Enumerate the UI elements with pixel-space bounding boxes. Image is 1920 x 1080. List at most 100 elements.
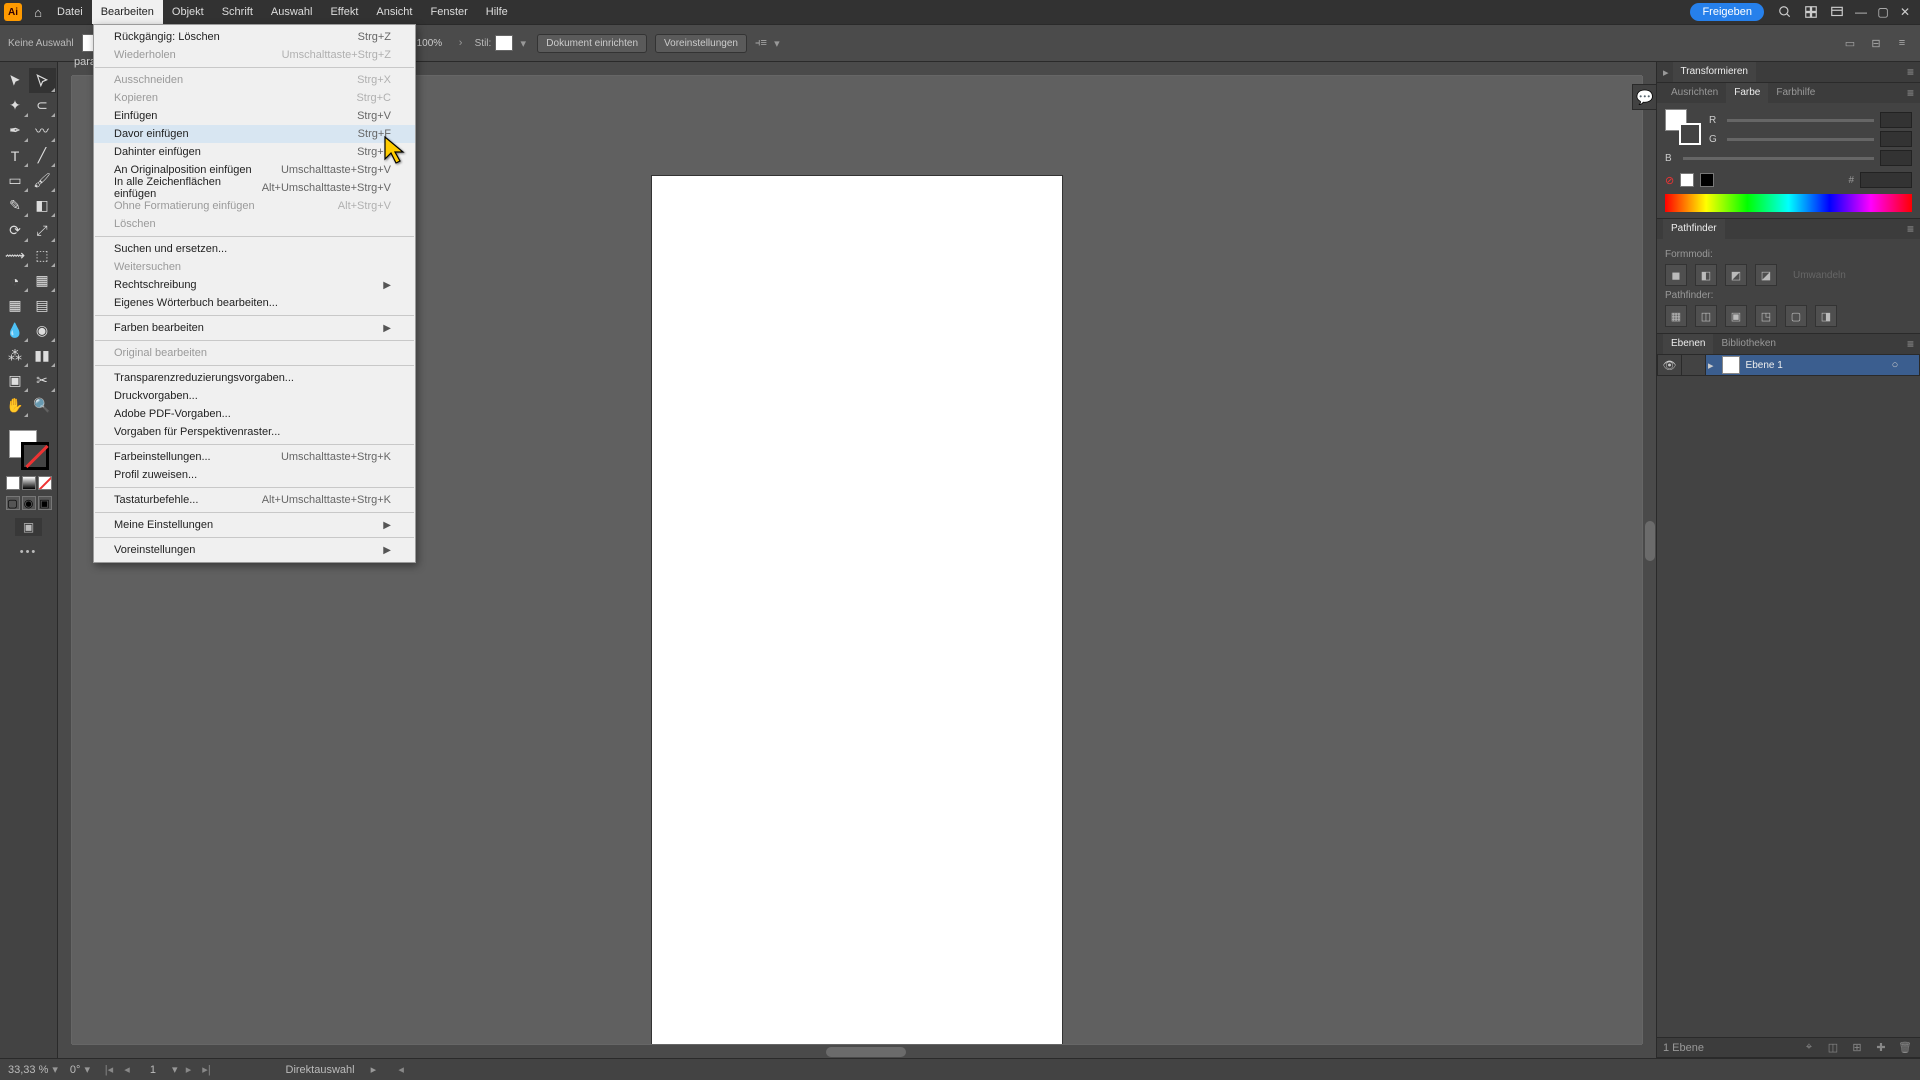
divide-icon[interactable]: ▦ <box>1665 305 1687 327</box>
menu-item[interactable]: Farben bearbeiten▶ <box>94 319 415 337</box>
white-swatch-icon[interactable] <box>1680 173 1694 187</box>
menu-fenster[interactable]: Fenster <box>421 0 476 24</box>
tab-align[interactable]: Ausrichten <box>1663 83 1726 103</box>
menu-item[interactable]: Davor einfügenStrg+F <box>94 125 415 143</box>
crop-icon[interactable]: ◳ <box>1755 305 1777 327</box>
blend-tool[interactable]: ◉ <box>29 318 56 343</box>
unite-icon[interactable]: ◼ <box>1665 264 1687 286</box>
trim-icon[interactable]: ◫ <box>1695 305 1717 327</box>
menu-objekt[interactable]: Objekt <box>163 0 213 24</box>
style-dropdown-icon[interactable]: ▾ <box>517 37 529 50</box>
menu-item[interactable]: Adobe PDF-Vorgaben... <box>94 405 415 423</box>
gradient-mode-icon[interactable] <box>22 476 36 490</box>
perspective-tool[interactable]: ▦ <box>29 268 56 293</box>
menu-item[interactable]: Farbeinstellungen...Umschalttaste+Strg+K <box>94 448 415 466</box>
presentation-icon[interactable]: ▣ <box>38 496 52 510</box>
mesh-tool[interactable]: ▦ <box>2 293 29 318</box>
style-swatch[interactable] <box>495 35 513 51</box>
expand-layer-icon[interactable]: ▸ <box>1708 359 1714 372</box>
rotate-value[interactable]: 0° <box>70 1064 81 1076</box>
locate-object-icon[interactable]: ⌖ <box>1800 1040 1818 1056</box>
home-icon[interactable]: ⌂ <box>28 5 48 20</box>
intersect-icon[interactable]: ◩ <box>1725 264 1747 286</box>
line-tool[interactable]: ╱ <box>29 143 56 168</box>
new-layer-icon[interactable]: ✚ <box>1872 1040 1890 1056</box>
horizontal-scrollbar[interactable] <box>72 1044 1642 1058</box>
comment-icon[interactable]: 💬 <box>1632 84 1656 110</box>
panel-stroke[interactable] <box>1679 123 1701 145</box>
fill-stroke-swatches[interactable] <box>7 428 51 472</box>
menu-item[interactable]: Dahinter einfügenStrg+B <box>94 143 415 161</box>
paintbrush-tool[interactable]: 🖌 <box>29 168 56 193</box>
magic-wand-tool[interactable]: ✦ <box>2 93 29 118</box>
tab-color[interactable]: Farbe <box>1726 83 1768 103</box>
pen-tool[interactable]: ✒ <box>2 118 29 143</box>
b-value[interactable] <box>1880 150 1912 166</box>
menu-hilfe[interactable]: Hilfe <box>477 0 517 24</box>
menu-ansicht[interactable]: Ansicht <box>367 0 421 24</box>
shape-builder-tool[interactable]: ◔ <box>2 268 29 293</box>
screen-mode-icon[interactable]: ▣ <box>15 518 42 536</box>
tab-libraries[interactable]: Bibliotheken <box>1713 334 1783 354</box>
type-tool[interactable]: T <box>2 143 29 168</box>
zoom-dropdown-icon[interactable]: ▾ <box>52 1063 58 1076</box>
selection-tool[interactable] <box>2 68 29 93</box>
status-menu-icon[interactable]: ▸ <box>371 1063 377 1076</box>
width-tool[interactable]: ⟿ <box>2 243 29 268</box>
rotate-dropdown-icon[interactable]: ▾ <box>84 1063 90 1076</box>
menu-item[interactable]: Eigenes Wörterbuch bearbeiten... <box>94 294 415 312</box>
column-graph-tool[interactable]: ▮▮ <box>29 343 56 368</box>
menu-item[interactable]: Rückgängig: LöschenStrg+Z <box>94 28 415 46</box>
menu-item[interactable]: Vorgaben für Perspektivenraster... <box>94 423 415 441</box>
artboard[interactable] <box>652 176 1062 1044</box>
align-dropdown-icon[interactable]: ▾ <box>771 37 783 50</box>
make-clipping-mask-icon[interactable]: ◫ <box>1824 1040 1842 1056</box>
target-icon[interactable]: ○ <box>1885 359 1905 371</box>
more-options-icon[interactable]: ≡ <box>1892 33 1912 53</box>
window-maximize-icon[interactable]: ▢ <box>1872 5 1894 19</box>
arrange-documents-icon[interactable] <box>1800 1 1822 23</box>
panel-menu-icon[interactable]: ≡ <box>1907 86 1914 100</box>
last-artboard-icon[interactable]: ▸| <box>200 1063 214 1076</box>
panel-menu-icon[interactable]: ≡ <box>1907 222 1914 236</box>
minus-front-icon[interactable]: ◧ <box>1695 264 1717 286</box>
exclude-icon[interactable]: ◪ <box>1755 264 1777 286</box>
layer-name[interactable]: Ebene 1 <box>1746 360 1885 371</box>
preferences-button[interactable]: Voreinstellungen <box>655 34 747 53</box>
artboard-dropdown-icon[interactable]: ▾ <box>172 1063 178 1076</box>
lock-toggle[interactable] <box>1682 355 1706 375</box>
b-slider[interactable] <box>1683 157 1874 160</box>
collapse-icon[interactable]: ▸ <box>1663 66 1669 79</box>
panel-menu-icon[interactable]: ≡ <box>1907 65 1914 79</box>
layer-row[interactable]: 👁 ▸ Ebene 1 ○ <box>1657 354 1920 376</box>
window-minimize-icon[interactable]: — <box>1850 5 1872 19</box>
menu-item[interactable]: Suchen und ersetzen... <box>94 240 415 258</box>
r-value[interactable] <box>1880 112 1912 128</box>
menu-bearbeiten[interactable]: Bearbeiten <box>92 0 163 24</box>
artboard-tool[interactable]: ▣ <box>2 368 29 393</box>
expand-button[interactable]: Umwandeln <box>1793 270 1846 281</box>
symbol-sprayer-tool[interactable]: ⁂ <box>2 343 29 368</box>
edit-toolbar-icon[interactable]: ••• <box>20 546 38 558</box>
panel-fill-stroke[interactable] <box>1665 109 1701 145</box>
none-mode-icon[interactable] <box>38 476 52 490</box>
menu-item[interactable]: Profil zuweisen... <box>94 466 415 484</box>
isolate-icon[interactable]: ⊟ <box>1866 33 1886 53</box>
tab-transform[interactable]: Transformieren <box>1673 62 1756 82</box>
visibility-icon[interactable]: 👁 <box>1658 355 1682 375</box>
slice-tool[interactable]: ✂ <box>29 368 56 393</box>
direct-selection-tool[interactable] <box>29 68 56 93</box>
hex-value[interactable] <box>1860 172 1912 188</box>
prev-artboard-icon[interactable]: ◂ <box>120 1063 134 1076</box>
eyedropper-tool[interactable]: 💧 <box>2 318 29 343</box>
black-swatch-icon[interactable] <box>1700 173 1714 187</box>
panel-menu-icon[interactable]: ≡ <box>1907 337 1914 351</box>
tab-layers[interactable]: Ebenen <box>1663 334 1713 354</box>
g-slider[interactable] <box>1727 138 1874 141</box>
rectangle-tool[interactable]: ▭ <box>2 168 29 193</box>
first-artboard-icon[interactable]: |◂ <box>102 1063 116 1076</box>
new-sublayer-icon[interactable]: ⊞ <box>1848 1040 1866 1056</box>
align-to-icon[interactable]: ⫞≡ <box>755 37 767 50</box>
rotate-tool[interactable]: ⟳ <box>2 218 29 243</box>
free-transform-tool[interactable]: ⬚ <box>29 243 56 268</box>
